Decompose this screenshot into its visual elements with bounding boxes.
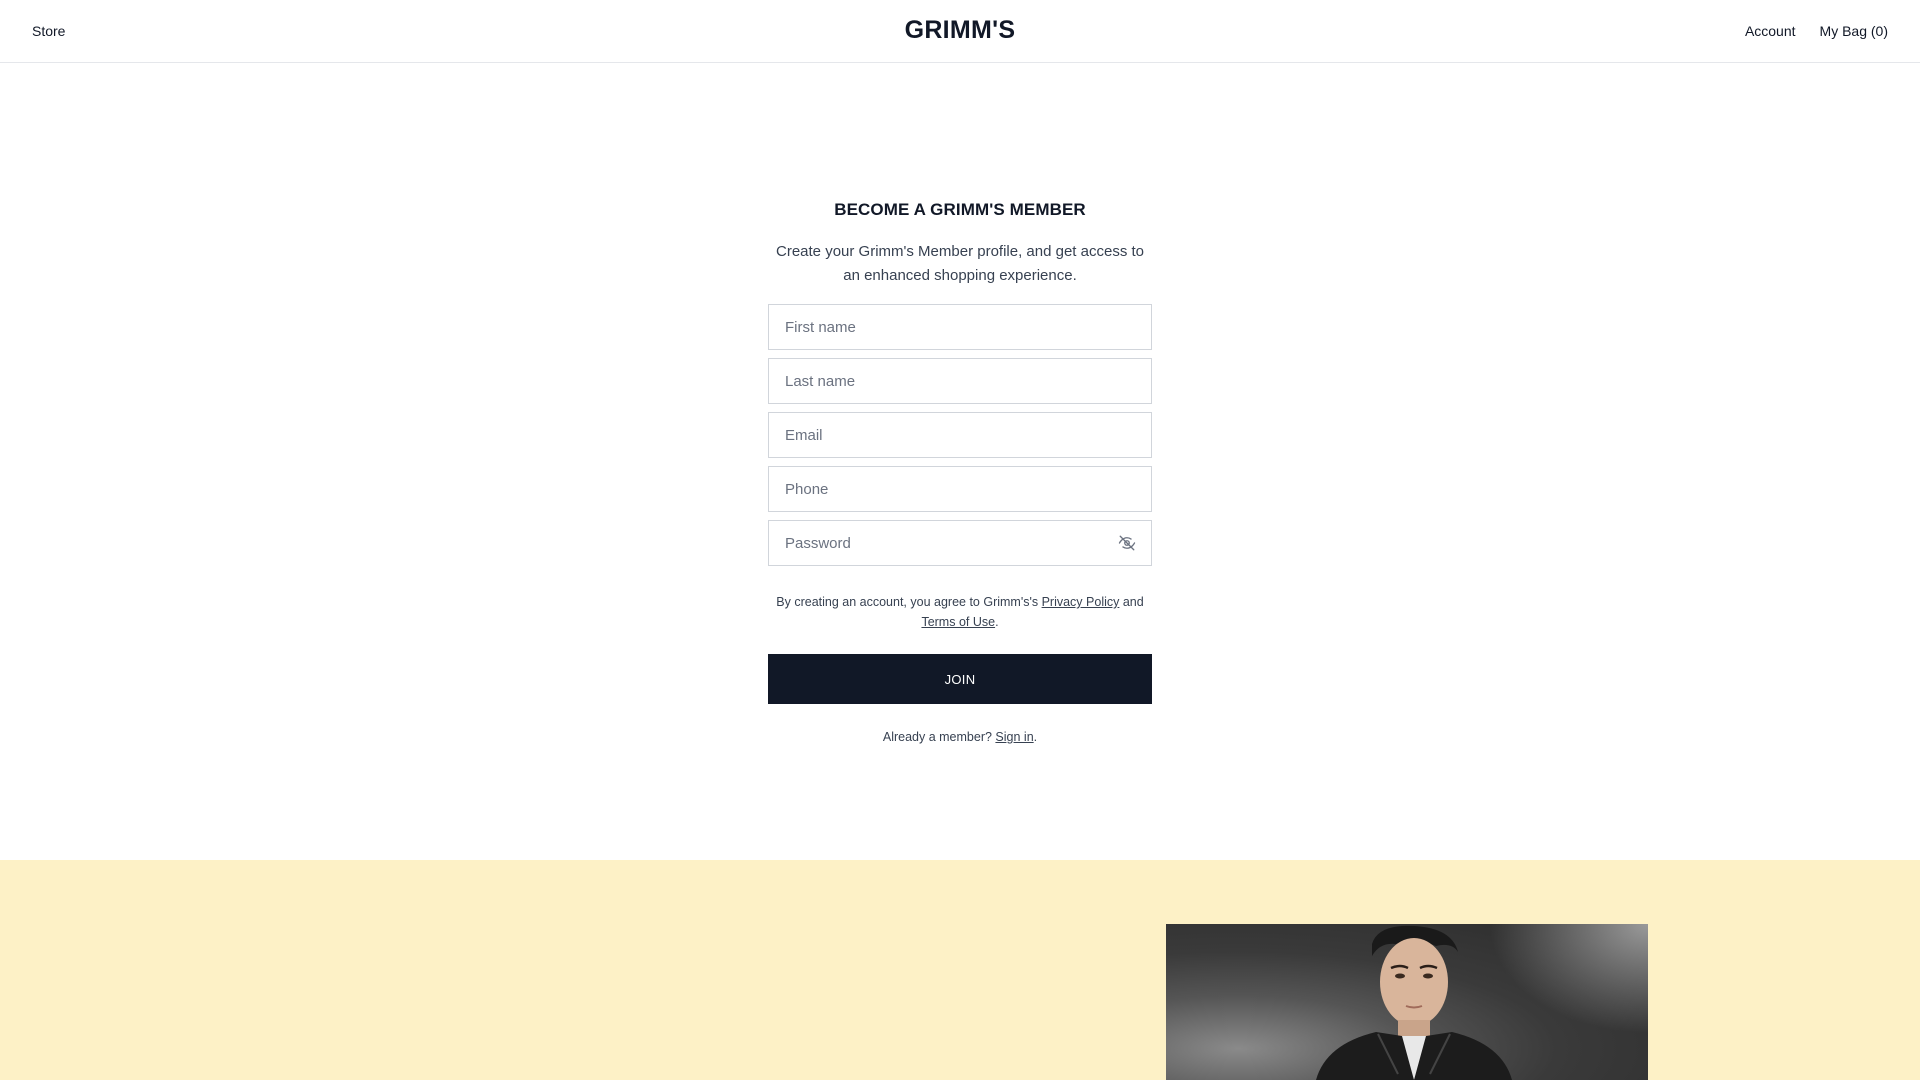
signup-subtitle: Create your Grimm's Member profile, and … [776,243,1144,284]
terms-of-use-link[interactable]: Terms of Use [921,615,995,629]
signup-form: BECOME A GRIMM'S MEMBER Create your Grim… [768,200,1152,744]
signin-prompt: Already a member? Sign in. [768,730,1152,744]
join-button[interactable]: JOIN [768,654,1152,704]
signin-suffix: . [1033,730,1038,744]
brand-logo[interactable]: GRIMM'S [905,16,1016,44]
phone-field-wrap [768,466,1152,512]
legal-middle: and [1119,595,1144,609]
brand-logo-wrap: GRIMM'S [0,16,1920,45]
first-name-input[interactable] [768,304,1152,350]
signin-prefix: Already a member? [882,730,996,744]
eye-off-icon[interactable] [1116,532,1138,554]
last-name-field-wrap [768,358,1152,404]
first-name-field-wrap [768,304,1152,350]
header-right-nav: Account My Bag (0) [1745,23,1888,39]
email-input[interactable] [768,412,1152,458]
account-link[interactable]: Account [1745,23,1796,39]
site-header: Store GRIMM'S Account My Bag (0) [0,0,1920,63]
password-field-wrap [768,520,1152,566]
phone-input[interactable] [768,466,1152,512]
signup-title: BECOME A GRIMM'S MEMBER [834,200,1086,219]
bag-link[interactable]: My Bag (0) [1820,23,1888,39]
password-input[interactable] [768,520,1152,566]
email-field-wrap [768,412,1152,458]
store-link[interactable]: Store [32,23,65,39]
form-fields [768,304,1152,566]
promo-image-highlight [1488,924,1648,1034]
legal-notice: By creating an account, you agree to Gri… [768,592,1152,632]
promo-section [0,860,1920,1080]
promo-model-image [1166,924,1648,1080]
legal-suffix: . [995,615,999,629]
privacy-policy-link[interactable]: Privacy Policy [1042,595,1120,609]
sign-in-link[interactable]: Sign in [995,730,1033,744]
last-name-input[interactable] [768,358,1152,404]
legal-prefix: By creating an account, you agree to Gri… [776,595,1042,609]
